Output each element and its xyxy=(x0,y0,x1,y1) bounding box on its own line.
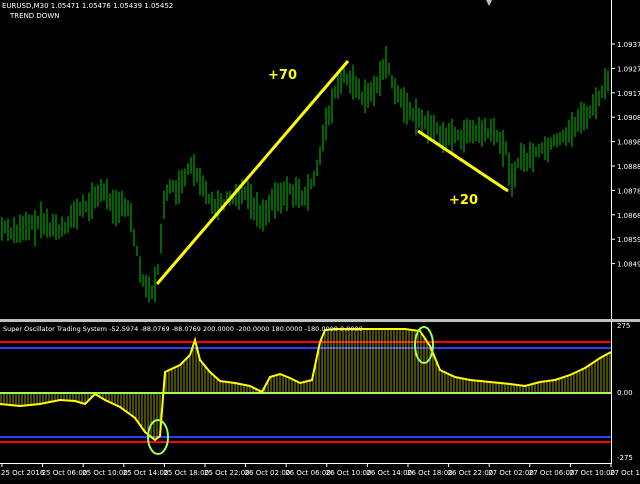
time-tick-label: 26 Oct 02:00 xyxy=(245,469,291,477)
time-tick-label: 26 Oct 18:00 xyxy=(407,469,453,477)
chart-canvas[interactable]: +70 +20 1.09370 1.09275 1.09175 1.09080 1.08… xyxy=(0,0,640,480)
oscillator-line xyxy=(0,328,612,442)
oscillator-tick-label: 0.00 xyxy=(617,389,633,397)
price-bars xyxy=(1,45,609,303)
time-tick-label: 26 Oct 14:00 xyxy=(366,469,412,477)
price-tick-label: 1.09175 xyxy=(617,90,640,98)
time-tick-label: 27 Oct 06:00 xyxy=(529,469,575,477)
price-tick-label: 1.08980 xyxy=(617,139,640,147)
chart-window[interactable]: +70 +20 1.09370 1.09275 1.09175 1.09080 1.08… xyxy=(0,0,640,480)
time-tick-label: 26 Oct 10:00 xyxy=(326,469,372,477)
time-tick-label: 25 Oct 10:00 xyxy=(82,469,128,477)
time-tick-label: 25 Oct 2016 xyxy=(1,469,45,477)
time-axis: 25 Oct 201625 Oct 06:0025 Oct 10:0025 Oc… xyxy=(1,463,640,477)
price-tick-label: 1.09080 xyxy=(617,114,640,122)
time-tick-label: 27 Oct 14:00 xyxy=(610,469,640,477)
time-tick-label: 27 Oct 02:00 xyxy=(488,469,534,477)
pane-separator[interactable] xyxy=(0,319,640,322)
trend-line-up xyxy=(155,60,350,285)
price-tick-label: 1.08685 xyxy=(617,212,640,220)
time-tick-label: 26 Oct 22:00 xyxy=(448,469,494,477)
gain-label-down: +20 xyxy=(449,193,478,208)
time-tick-label: 27 Oct 10:00 xyxy=(569,469,615,477)
oscillator-tick-label: 275 xyxy=(617,322,630,330)
time-tick-label: 25 Oct 22:00 xyxy=(204,469,250,477)
oscillator-axis: 275 0.00 -275 xyxy=(617,322,633,462)
time-tick-label: 26 Oct 06:00 xyxy=(285,469,331,477)
price-tick-label: 1.08880 xyxy=(617,163,640,171)
oscillator-info: Super Oscillator Trading System -52.5974… xyxy=(3,325,363,333)
time-tick-label: 25 Oct 14:00 xyxy=(123,469,169,477)
oscillator-histogram xyxy=(0,329,611,440)
price-tick-label: 1.08590 xyxy=(617,236,640,244)
price-axis: 1.09370 1.09275 1.09175 1.09080 1.08980 1.088… xyxy=(611,41,640,269)
price-tick-label: 1.08780 xyxy=(617,187,640,195)
symbol-info: EURUSD,M30 1.05471 1.05476 1.05439 1.054… xyxy=(2,2,174,10)
price-tick-label: 1.09275 xyxy=(617,65,640,73)
one-click-trading-arrow-icon[interactable]: ▼ xyxy=(486,0,492,7)
trend-label: TREND DOWN xyxy=(10,12,60,20)
oscillator-tick-label: -275 xyxy=(617,454,633,462)
price-tick-label: 1.08490 xyxy=(617,261,640,269)
time-tick-label: 25 Oct 18:00 xyxy=(163,469,209,477)
price-tick-label: 1.09370 xyxy=(617,41,640,49)
time-tick-label: 25 Oct 06:00 xyxy=(42,469,88,477)
gain-label-up: +70 xyxy=(268,68,297,83)
